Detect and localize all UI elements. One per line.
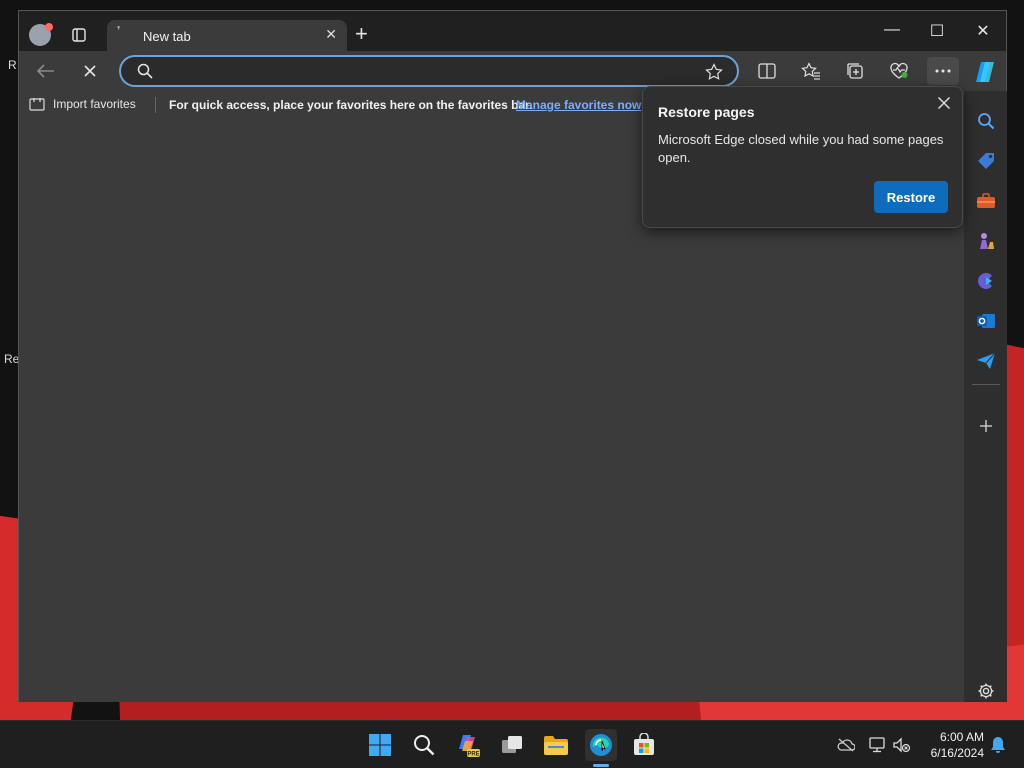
collections-icon[interactable]: [843, 60, 867, 82]
close-tab-icon[interactable]: ✕: [325, 26, 337, 43]
profile-notification-dot: [45, 23, 53, 31]
copilot-pre-icon[interactable]: PRE: [452, 729, 484, 761]
edge-taskbar-icon[interactable]: [585, 729, 617, 761]
desktop-icon-label: R: [8, 58, 17, 72]
outlook-icon[interactable]: [974, 309, 998, 333]
minimize-icon[interactable]: —: [882, 21, 902, 39]
clock-time: 6:00 AM: [939, 730, 984, 744]
close-dialog-icon[interactable]: [934, 93, 954, 113]
svg-text:PRE: PRE: [467, 752, 479, 758]
task-view-icon[interactable]: [496, 729, 528, 761]
tab-title: New tab: [143, 29, 191, 44]
notification-bell-icon[interactable]: [988, 736, 1008, 754]
file-explorer-icon[interactable]: [540, 729, 572, 761]
add-favorite-star-icon[interactable]: [705, 63, 723, 86]
new-tab-plus-icon[interactable]: +: [355, 23, 368, 45]
manage-favorites-link[interactable]: Manage favorites now: [516, 98, 641, 112]
tab-new-tab[interactable]: ❜ New tab ✕: [107, 20, 347, 51]
restore-button[interactable]: Restore: [874, 181, 948, 213]
copilot-icon[interactable]: [972, 59, 998, 85]
sidebar-settings-gear-icon[interactable]: [974, 679, 998, 703]
sidebar-search-icon[interactable]: [974, 109, 998, 133]
dialog-title: Restore pages: [658, 104, 755, 120]
close-window-icon[interactable]: ✕: [973, 21, 993, 41]
address-bar[interactable]: [119, 55, 739, 87]
shopping-tag-icon[interactable]: [974, 149, 998, 173]
windows-start-icon[interactable]: [364, 729, 396, 761]
divider: [155, 97, 156, 113]
split-screen-icon[interactable]: [755, 60, 779, 82]
volume-muted-icon[interactable]: [892, 736, 912, 754]
maximize-icon[interactable]: ☐: [927, 21, 947, 41]
clock-date: 6/16/2024: [930, 746, 984, 760]
sidebar: [964, 91, 1007, 702]
favorites-bar-message: For quick access, place your favorites h…: [169, 98, 533, 112]
taskbar-search-icon[interactable]: [408, 729, 440, 761]
loading-favicon-icon: ❜: [117, 25, 121, 37]
games-chess-icon[interactable]: [974, 229, 998, 253]
favorites-icon[interactable]: [799, 60, 823, 82]
tools-briefcase-icon[interactable]: [974, 189, 998, 213]
add-sidebar-app-icon[interactable]: [974, 414, 998, 438]
dialog-message: Microsoft Edge closed while you had some…: [658, 132, 944, 165]
search-icon: [137, 63, 153, 84]
back-arrow-icon[interactable]: [33, 59, 59, 83]
toolbar: [19, 51, 1006, 91]
microsoft-365-icon[interactable]: [974, 269, 998, 293]
microsoft-store-icon[interactable]: [628, 729, 660, 761]
import-favorites-button[interactable]: Import favorites: [29, 97, 136, 111]
address-input[interactable]: [157, 61, 697, 81]
browser-essentials-icon[interactable]: [887, 60, 911, 82]
system-clock[interactable]: 6:00 AM 6/16/2024: [920, 729, 984, 761]
more-options-icon[interactable]: [927, 57, 959, 85]
sidebar-divider: [972, 384, 1000, 385]
title-bar: ❜ New tab ✕ + — ☐ ✕: [19, 11, 1006, 51]
active-app-indicator: [593, 764, 609, 767]
stop-loading-icon[interactable]: [77, 59, 103, 83]
taskbar: PRE 6:00 AM 6/16/2024: [0, 720, 1024, 768]
restore-pages-dialog: Restore pages Microsoft Edge closed whil…: [642, 86, 963, 228]
import-icon: [29, 98, 45, 111]
tab-actions-icon[interactable]: [69, 25, 89, 45]
network-icon[interactable]: [868, 736, 888, 754]
onedrive-offline-icon[interactable]: [836, 736, 856, 754]
drop-send-icon[interactable]: [974, 349, 998, 373]
import-favorites-label: Import favorites: [53, 97, 136, 111]
